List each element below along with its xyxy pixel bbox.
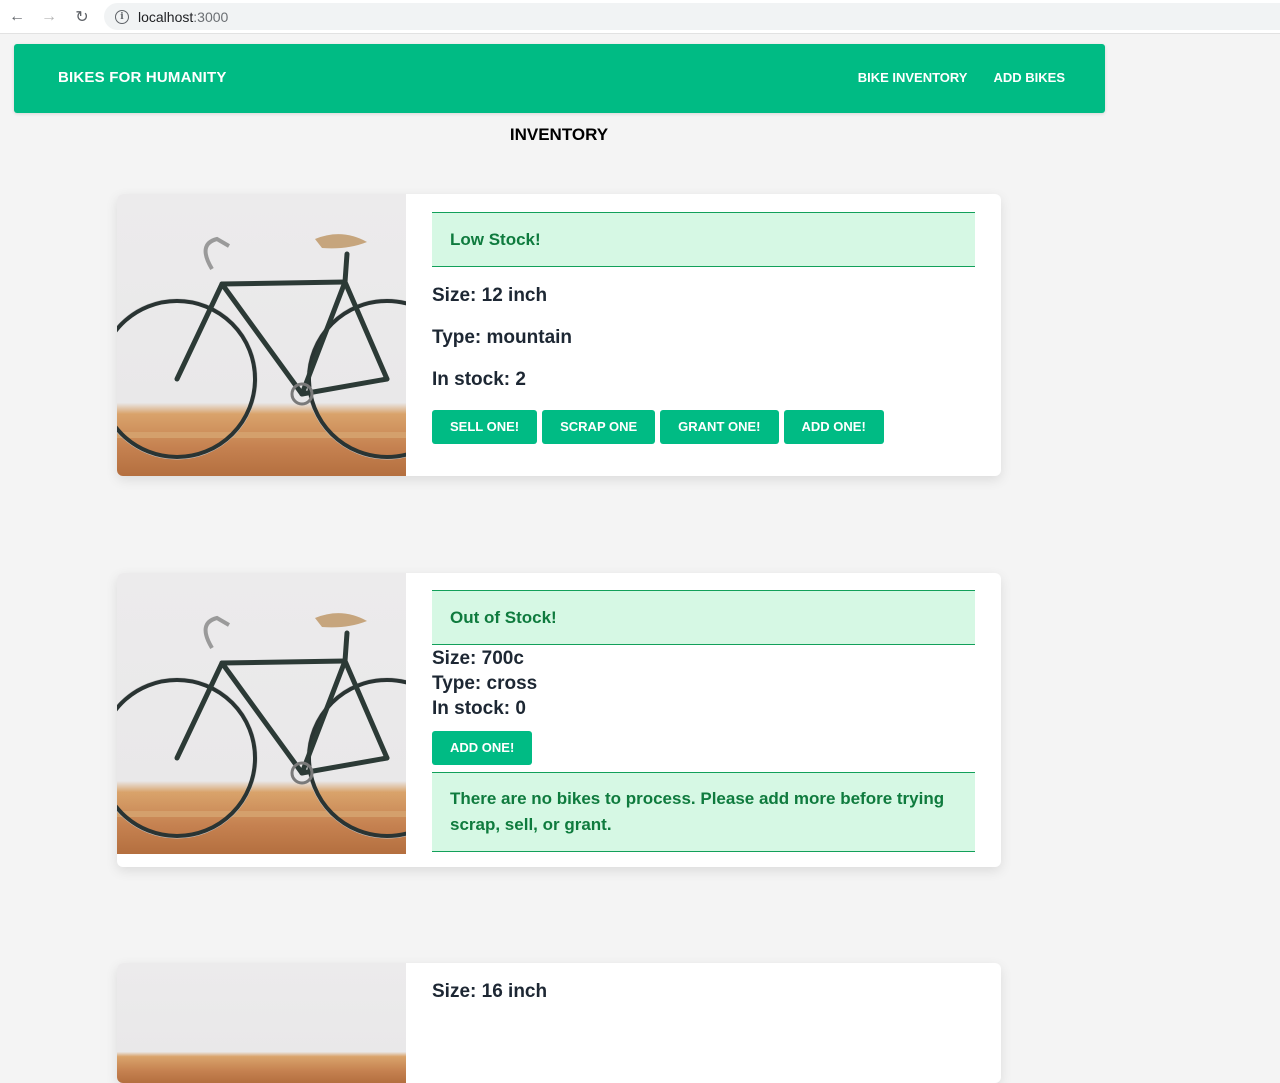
- action-buttons: SELL ONE! SCRAP ONE GRANT ONE! ADD ONE!: [432, 410, 975, 444]
- bike-type: Type: cross: [432, 673, 538, 694]
- bike-details: Low Stock! Size: 12 inch Type: mountain …: [432, 194, 975, 444]
- browser-toolbar: ← → ↻ i localhost:3000: [0, 0, 1280, 34]
- sell-one-button[interactable]: SELL ONE!: [432, 410, 538, 444]
- bike-stock: In stock: 0: [432, 698, 526, 719]
- bike-photo: [117, 194, 406, 476]
- bike-size: Size: 16 inch: [432, 981, 548, 1002]
- app-header: BIKES FOR HUMANITY BIKE INVENTORY ADD BI…: [14, 44, 1105, 113]
- bike-stock: In stock: 2: [432, 369, 526, 390]
- scrap-one-button[interactable]: SCRAP ONE: [542, 410, 656, 444]
- forward-icon[interactable]: →: [38, 6, 60, 28]
- stock-notice: Low Stock!: [432, 212, 975, 267]
- bike-details: Out of Stock! Size: 700c Type: cross In …: [432, 573, 975, 852]
- url-text: localhost:3000: [138, 8, 229, 25]
- no-bikes-warning: There are no bikes to process. Please ad…: [432, 772, 975, 852]
- nav-add-bikes[interactable]: ADD BIKES: [993, 44, 1065, 111]
- reload-icon[interactable]: ↻: [71, 6, 93, 28]
- nav-bike-inventory[interactable]: BIKE INVENTORY: [858, 44, 968, 111]
- page-title: INVENTORY: [509, 125, 609, 144]
- bike-type: Type: mountain: [432, 327, 573, 348]
- bike-card: Size: 16 inch: [117, 963, 1001, 1083]
- stock-notice: Out of Stock!: [432, 590, 975, 645]
- brand-title[interactable]: BIKES FOR HUMANITY: [58, 44, 227, 111]
- address-bar[interactable]: i localhost:3000: [104, 3, 1280, 30]
- bike-details: Size: 16 inch: [432, 963, 975, 1003]
- main-nav: BIKE INVENTORY ADD BIKES: [858, 44, 1065, 111]
- add-one-button[interactable]: ADD ONE!: [783, 410, 884, 444]
- grant-one-button[interactable]: GRANT ONE!: [660, 410, 779, 444]
- back-icon[interactable]: ←: [6, 6, 28, 28]
- bike-photo: [117, 963, 406, 1083]
- bike-photo: [117, 573, 406, 854]
- bike-size: Size: 12 inch: [432, 285, 548, 306]
- bike-card: Out of Stock! Size: 700c Type: cross In …: [117, 573, 1001, 867]
- bike-size: Size: 700c: [432, 648, 524, 669]
- info-icon[interactable]: i: [115, 9, 129, 24]
- action-buttons: ADD ONE!: [432, 731, 975, 765]
- bike-card: Low Stock! Size: 12 inch Type: mountain …: [117, 194, 1001, 476]
- add-one-button[interactable]: ADD ONE!: [432, 731, 533, 765]
